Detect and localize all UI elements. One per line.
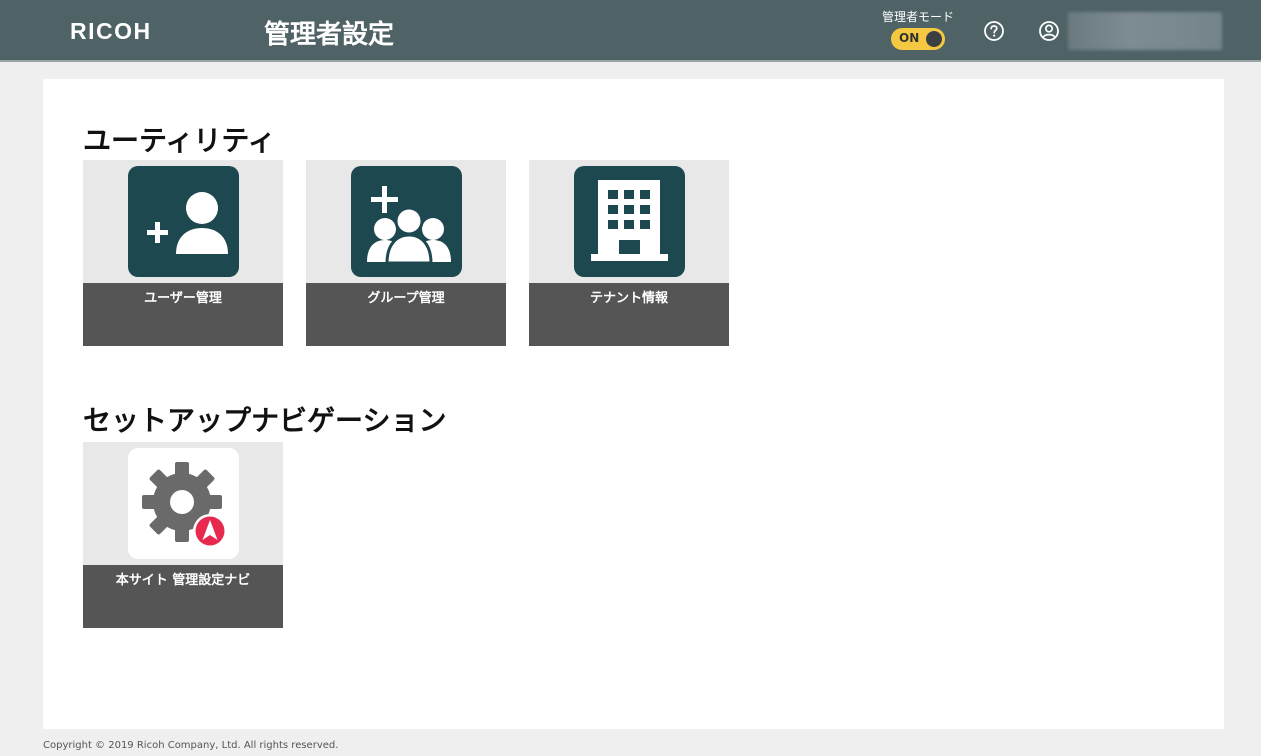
tile-icon-area bbox=[529, 160, 729, 283]
toggle-knob bbox=[926, 31, 942, 47]
gear-navigation-icon bbox=[128, 448, 239, 559]
admin-mode-label: 管理者モード bbox=[881, 10, 954, 24]
tile-label: 本サイト 管理設定ナビ bbox=[115, 573, 251, 588]
footer-copyright: Copyright © 2019 Ricoh Company, Ltd. All… bbox=[43, 740, 339, 751]
tile-label-area: 本サイト 管理設定ナビ bbox=[83, 565, 283, 628]
user-name-redacted[interactable] bbox=[1068, 12, 1222, 50]
tile-tenant-info[interactable]: テナント情報 bbox=[529, 160, 729, 346]
tile-icon-area bbox=[83, 160, 283, 283]
tile-group-management[interactable]: グループ管理 bbox=[306, 160, 506, 346]
tile-label-area: ユーザー管理 bbox=[83, 283, 283, 346]
toggle-state-text: ON bbox=[899, 31, 920, 45]
add-group-icon bbox=[351, 166, 462, 277]
page-title: 管理者設定 bbox=[264, 20, 395, 50]
building-icon bbox=[574, 166, 685, 277]
tile-label: グループ管理 bbox=[367, 291, 445, 306]
tile-icon-area bbox=[306, 160, 506, 283]
tile-label-area: グループ管理 bbox=[306, 283, 506, 346]
tile-user-management[interactable]: ユーザー管理 bbox=[83, 160, 283, 346]
tile-setup-navi[interactable]: 本サイト 管理設定ナビ bbox=[83, 442, 283, 628]
app-header: RICOH 管理者設定 管理者モード ON bbox=[0, 0, 1261, 62]
add-user-icon bbox=[128, 166, 239, 277]
help-icon[interactable] bbox=[983, 20, 1005, 42]
ricoh-logo[interactable]: RICOH bbox=[70, 18, 152, 45]
user-account-icon[interactable] bbox=[1038, 20, 1060, 42]
section-title-setup-navigation: セットアップナビゲーション bbox=[83, 404, 447, 437]
tile-icon-area bbox=[83, 442, 283, 565]
admin-mode-toggle[interactable]: ON bbox=[891, 28, 945, 50]
tile-label-area: テナント情報 bbox=[529, 283, 729, 346]
main-content: ユーティリティ ユーザー管理 グループ管理 テナント情報 セットアップナビゲーシ… bbox=[43, 79, 1224, 729]
section-title-utility: ユーティリティ bbox=[83, 124, 276, 157]
admin-mode-control: 管理者モード ON bbox=[868, 9, 968, 54]
tile-label: テナント情報 bbox=[589, 291, 668, 306]
tile-label: ユーザー管理 bbox=[144, 291, 222, 306]
